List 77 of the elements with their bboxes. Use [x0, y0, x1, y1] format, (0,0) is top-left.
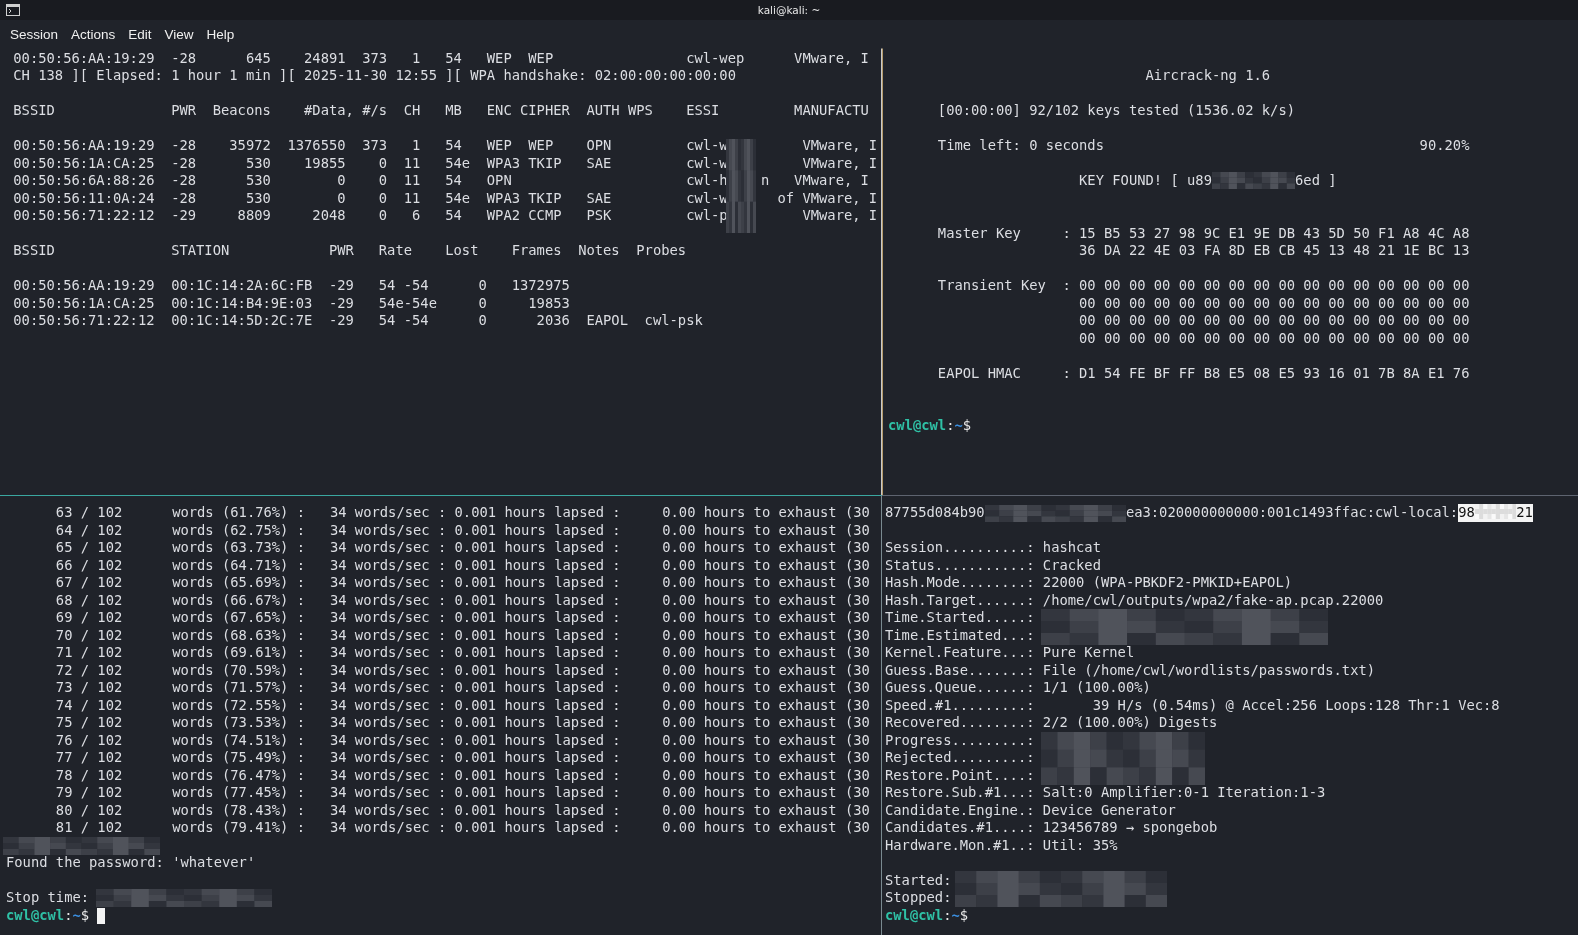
- terminal-line: Stopped:: [885, 889, 952, 907]
- window-title: kali@kali: ~: [757, 4, 821, 16]
- terminal-text: 6ed ]: [1295, 172, 1337, 190]
- terminal-line: Kernel.Feature...: Pure Kernel: [885, 644, 1135, 662]
- terminal-line: Restore.Point....:: [885, 766, 1035, 785]
- terminal-line: Transient Key : 00 00 00 00 00 00 00 00 00 00 00 00 00 00 00 00: [936, 277, 1470, 295]
- terminal-line: Progress.........:: [885, 731, 1035, 750]
- terminal-line: 00:50:56:1A:CA:25 00:1C:14:B4:9E:03 -29 54e-54e 0 19853: [12, 294, 570, 312]
- terminal-text: 98: [1458, 504, 1475, 522]
- terminal-line: Time.Started.....:: [885, 609, 1035, 627]
- terminal-line: BSSID PWR Beacons #Data, #/s CH MB ENC CIPHER AUTH WPS ESSI MANUFACTU: [12, 102, 869, 120]
- terminal-line: 66 / 102 words (64.71%) : 34 words/sec : 0.001 hours lapsed : 0.00 hours to exhaust (30: [54, 556, 870, 575]
- terminal-line: 74 / 102 words (72.55%) : 34 words/sec : 0.001 hours lapsed : 0.00 hours to exhaust (30: [54, 696, 870, 715]
- terminal-line: 00:50:56:6A:88:26 -28 530 0 0 11 54 OPN cwl-h n VMware, I: [12, 172, 869, 190]
- terminal-line: Candidate.Engine.: Device Generator: [885, 801, 1176, 820]
- terminal-line: Aircrack-ng 1.6: [1144, 67, 1271, 85]
- shell-prompt: cwl@cwl:~$: [885, 906, 969, 925]
- menu-item[interactable]: View: [164, 26, 194, 42]
- terminal-line: 78 / 102 words (76.47%) : 34 words/sec : 0.001 hours lapsed : 0.00 hours to exhaust (30: [54, 766, 870, 785]
- menu-item[interactable]: Edit: [128, 26, 152, 42]
- menu-item[interactable]: Actions: [71, 26, 116, 42]
- terminal-line: 81 / 102 words (79.41%) : 34 words/sec : 0.001 hours lapsed : 0.00 hours to exhaust (30: [54, 819, 870, 837]
- terminal-line: 70 / 102 words (68.63%) : 34 words/sec : 0.001 hours lapsed : 0.00 hours to exhaust (30: [54, 626, 870, 645]
- terminal-line: 71 / 102 words (69.61%) : 34 words/sec : 0.001 hours lapsed : 0.00 hours to exhaust (30: [54, 644, 870, 662]
- terminal-line: Restore.Sub.#1...: Salt:0 Amplifier:0-1 Iteration:1-3: [885, 784, 1326, 802]
- terminal-line: Hardware.Mon.#1..: Util: 35%: [885, 836, 1118, 855]
- terminal-line: 00 00 00 00 00 00 00 00 00 00 00 00 00 00 00 00: [1078, 294, 1470, 312]
- terminal-line: BSSID STATION PWR Rate Lost Frames Notes Probes: [12, 242, 687, 260]
- terminal-line: 00 00 00 00 00 00 00 00 00 00 00 00 00 00 00 00: [1078, 312, 1470, 330]
- terminal-line: 00:50:56:71:22:12 -29 8809 2048 0 6 54 WPA2 CCMP PSK cwl-p VMware, I: [12, 207, 878, 225]
- terminal-line: Started:: [885, 871, 952, 890]
- terminal-line: 80 / 102 words (78.43%) : 34 words/sec : 0.001 hours lapsed : 0.00 hours to exhaust (30: [54, 801, 870, 820]
- terminal-line: 65 / 102 words (63.73%) : 34 words/sec : 0.001 hours lapsed : 0.00 hours to exhaust (30: [54, 539, 870, 557]
- terminal-line: 73 / 102 words (71.57%) : 34 words/sec : 0.001 hours lapsed : 0.00 hours to exhaust (30: [54, 679, 870, 697]
- terminal-line: EAPOL HMAC : D1 54 FE BF FF B8 E5 08 E5 93 16 01 7B 8A E1 76: [936, 364, 1470, 382]
- terminal-text: 87755d084b90: [885, 504, 985, 522]
- menu-item[interactable]: Session: [10, 26, 59, 42]
- terminal-line: Recovered........: 2/2 (100.00%) Digests: [885, 714, 1218, 732]
- terminal-line: Rejected.........:: [885, 749, 1035, 767]
- terminal-text: 21: [1516, 504, 1533, 522]
- terminal-line: Time.Estimated...:: [885, 626, 1035, 645]
- terminal-line: Guess.Queue......: 1/1 (100.00%): [885, 679, 1151, 697]
- terminal-line: Time left: 0 seconds 90.20%: [936, 137, 1470, 155]
- shell-prompt: cwl@cwl:~$: [888, 417, 972, 435]
- terminal-line: Hash.Target......: /home/cwl/outputs/wpa2/fake-ap.pcap.22000: [885, 591, 1384, 610]
- terminal-line: 77 / 102 words (75.49%) : 34 words/sec : 0.001 hours lapsed : 0.00 hours to exhaust (30: [54, 749, 870, 767]
- terminal-line: Guess.Base.......: File (/home/cwl/wordlists/passwords.txt): [885, 661, 1376, 680]
- terminal-line: 67 / 102 words (65.69%) : 34 words/sec : 0.001 hours lapsed : 0.00 hours to exhaust (30: [54, 574, 870, 592]
- terminal-line: Stop time:: [6, 889, 90, 907]
- terminal-line: 00:50:56:AA:19:29 -28 645 24891 373 1 54 WEP WEP cwl-wep VMware, I: [12, 49, 869, 67]
- terminal-line: 72 / 102 words (70.59%) : 34 words/sec : 0.001 hours lapsed : 0.00 hours to exhaust (30: [54, 661, 870, 680]
- terminal-line: 63 / 102 words (61.76%) : 34 words/sec : 0.001 hours lapsed : 0.00 hours to exhaust (30: [54, 504, 870, 522]
- terminal-line: 76 / 102 words (74.51%) : 34 words/sec : 0.001 hours lapsed : 0.00 hours to exhaust (30: [54, 731, 870, 750]
- terminal-line: CH 138 ][ Elapsed: 1 hour 1 min ][ 2025-11-30 12:55 ][ WPA handshake: 02:00:00:00:00:00: [12, 67, 736, 85]
- terminal-line: Status...........: Cracked: [885, 556, 1101, 575]
- terminal-line: 79 / 102 words (77.45%) : 34 words/sec : 0.001 hours lapsed : 0.00 hours to exhaust (30: [54, 784, 870, 802]
- terminal-line: Session..........: hashcat: [885, 539, 1101, 557]
- terminal-line: 00 00 00 00 00 00 00 00 00 00 00 00 00 00 00 00: [1078, 329, 1470, 347]
- terminal-line: 00:50:56:71:22:12 00:1C:14:5D:2C:7E -29 54 -54 0 2036 EAPOL cwl-psk: [12, 312, 703, 330]
- shell-prompt: cwl@cwl:~$: [6, 906, 90, 925]
- terminal-line: [00:00:00] 92/102 keys tested (1536.02 k/s): [936, 102, 1295, 120]
- terminal-line: Master Key : 15 B5 53 27 98 9C E1 9E DB 43 5D 50 F1 A8 4C A8: [936, 224, 1470, 242]
- terminal-text: ea3:020000000000:001c1493ffac:cwl-local:: [1125, 504, 1459, 522]
- terminal-line: 36 DA 22 4E 03 FA 8D EB CB 45 13 48 21 1E BC 13: [1078, 242, 1470, 260]
- terminal-line: 75 / 102 words (73.53%) : 34 words/sec : 0.001 hours lapsed : 0.00 hours to exhaust (30: [54, 714, 870, 732]
- menu-item[interactable]: Help: [206, 26, 235, 42]
- terminal-line: 68 / 102 words (66.67%) : 34 words/sec : 0.001 hours lapsed : 0.00 hours to exhaust (30: [54, 591, 870, 610]
- terminal-line: Speed.#1.........: 39 H/s (0.54ms) @ Accel:256 Loops:128 Thr:1 Vec:8: [885, 696, 1500, 715]
- terminal-text: KEY FOUND! [ u89: [1078, 172, 1212, 190]
- text-cursor: [97, 907, 106, 924]
- terminal-line: Found the password: 'whatever': [6, 854, 256, 872]
- terminal-line: 00:50:56:AA:19:29 00:1C:14:2A:6C:FB -29 54 -54 0 1372975: [12, 277, 570, 295]
- terminal-line: Hash.Mode........: 22000 (WPA-PBKDF2-PMKID+EAPOL): [885, 574, 1292, 592]
- terminal-line: 64 / 102 words (62.75%) : 34 words/sec : 0.001 hours lapsed : 0.00 hours to exhaust (30: [54, 521, 870, 540]
- terminal-line: 69 / 102 words (67.65%) : 34 words/sec : 0.001 hours lapsed : 0.00 hours to exhaust (30: [54, 609, 870, 627]
- terminal-icon: [6, 4, 20, 16]
- terminal-line: Candidates.#1....: 123456789 → spongebob: [885, 819, 1218, 837]
